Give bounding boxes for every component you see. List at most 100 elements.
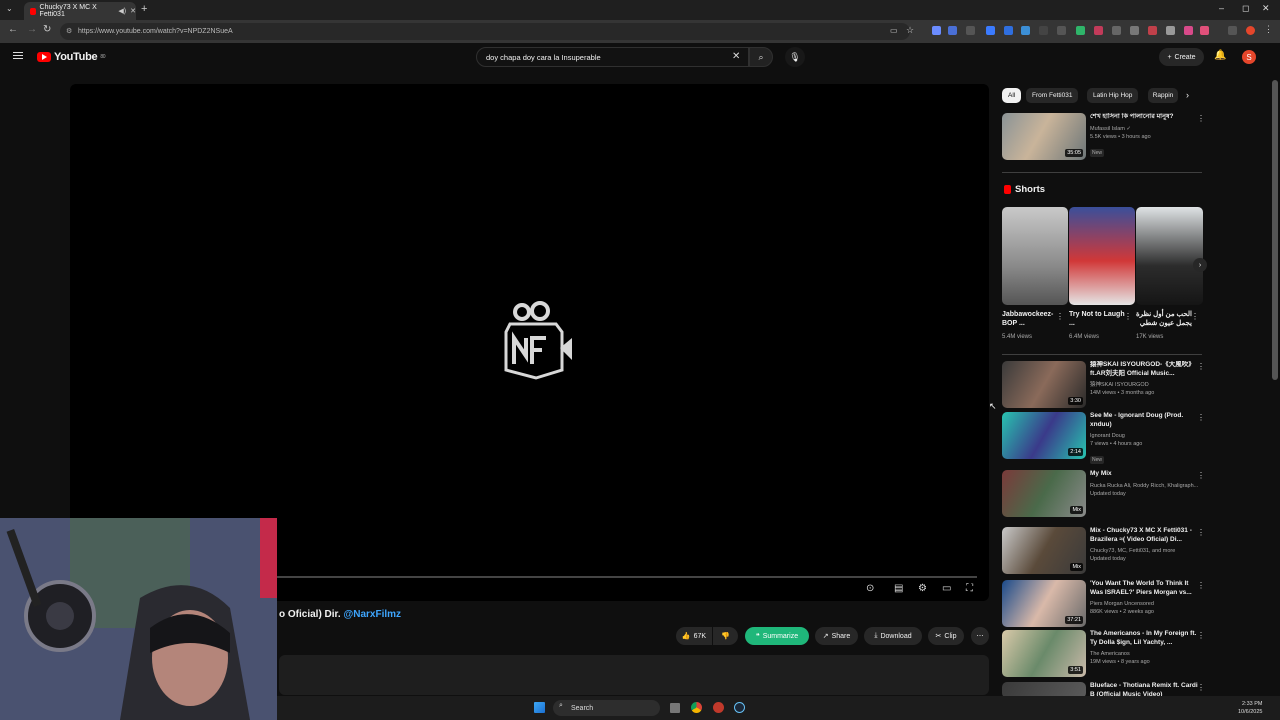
extension-icon[interactable] [1112, 26, 1121, 35]
windows-start-icon[interactable] [534, 702, 545, 713]
subtitles-icon[interactable]: ▤ [894, 583, 903, 594]
short-title[interactable]: الحب من أول نظرة يجمل عيون شطي [1136, 310, 1192, 328]
dislike-button[interactable]: 👎 [713, 627, 738, 645]
extension-icon[interactable] [1076, 26, 1085, 35]
video-menu-icon[interactable]: ⋮ [1197, 528, 1205, 537]
video-thumbnail[interactable]: 37:21 [1002, 580, 1086, 627]
page-scrollbar[interactable] [1272, 80, 1278, 380]
bookmark-star-icon[interactable]: ☆ [906, 25, 914, 36]
extension-icon[interactable] [1057, 26, 1066, 35]
maximize-icon[interactable]: ◻ [1242, 3, 1249, 14]
video-menu-icon[interactable]: ⋮ [1197, 413, 1205, 422]
video-thumbnail[interactable]: 2:14 [1002, 412, 1086, 459]
taskbar-search[interactable]: ⌕ Search [553, 700, 660, 716]
steam-taskbar-icon[interactable] [734, 702, 745, 713]
install-icon[interactable]: ▭ [890, 26, 898, 35]
extension-icon[interactable] [1228, 26, 1237, 35]
extension-icon[interactable] [986, 26, 995, 35]
browser-tab-active[interactable]: Chucky73 X MC X Fetti031 ◀) ✕ [24, 2, 136, 20]
video-menu-icon[interactable]: ⋮ [1197, 581, 1205, 590]
short-title[interactable]: Jabbawockeez- BOP ... [1002, 310, 1058, 328]
video-menu-icon[interactable]: ⋮ [1197, 114, 1205, 123]
video-info[interactable]: 猿神SKAI ISYOURGOD-《大風吹》ft.AR刘夫阳 Official … [1090, 361, 1200, 397]
extension-icon[interactable] [1200, 26, 1209, 35]
video-info[interactable]: Blueface - Thotiana Remix ft. Cardi B (O… [1090, 682, 1200, 696]
theater-mode-icon[interactable]: ▭ [942, 583, 951, 594]
extension-icon[interactable] [1039, 26, 1048, 35]
create-button[interactable]: + Create [1159, 48, 1204, 66]
clear-search-icon[interactable]: ✕ [732, 51, 740, 62]
tab-list-icon[interactable]: ⌄ [6, 4, 13, 13]
video-thumbnail[interactable]: 35:05 [1002, 113, 1086, 160]
settings-gear-icon[interactable]: ⚙ [918, 583, 927, 594]
back-icon[interactable]: ← [8, 24, 18, 35]
minimize-icon[interactable]: – [1219, 3, 1224, 13]
video-info[interactable]: The Americanos - In My Foreign ft. Ty Do… [1090, 630, 1200, 666]
video-info[interactable]: Mix - Chucky73 X MC X Fetti031 - Brazile… [1090, 527, 1200, 563]
extension-icon[interactable] [1094, 26, 1103, 35]
short-thumbnail[interactable] [1069, 207, 1135, 305]
voice-search-button[interactable]: 🎙 [785, 47, 805, 67]
short-menu-icon[interactable]: ⋮ [1191, 312, 1199, 321]
short-thumbnail[interactable] [1002, 207, 1068, 305]
description-box[interactable] [279, 655, 989, 695]
tab-audio-icon[interactable]: ◀) [118, 7, 126, 15]
short-menu-icon[interactable]: ⋮ [1124, 312, 1132, 321]
shorts-next-button[interactable]: › [1193, 258, 1207, 272]
like-button[interactable]: 👍 67K [676, 627, 712, 645]
chip-latin-hip-hop[interactable]: Latin Hip Hop [1087, 88, 1139, 103]
extension-icon[interactable] [966, 26, 975, 35]
close-window-icon[interactable]: ✕ [1262, 3, 1270, 14]
autoplay-toggle[interactable]: ⊙ [866, 583, 874, 594]
video-menu-icon[interactable]: ⋮ [1197, 362, 1205, 371]
video-thumbnail[interactable]: 3:51 [1002, 630, 1086, 677]
video-info[interactable]: শেখ হাসিনা কি পালানোর মানুষ? Mufassil Is… [1090, 113, 1200, 159]
search-button[interactable]: ⌕ [749, 47, 773, 67]
video-thumbnail[interactable]: Mix [1002, 470, 1086, 517]
reload-icon[interactable]: ↻ [43, 24, 51, 35]
extension-icon[interactable] [1148, 26, 1157, 35]
more-actions-button[interactable]: ⋯ [971, 627, 989, 645]
extension-icon[interactable] [948, 26, 957, 35]
extension-icon[interactable] [932, 26, 941, 35]
summarize-button[interactable]: ❝ Summarize [745, 627, 809, 645]
extension-icon[interactable] [1184, 26, 1193, 35]
chrome-taskbar-icon[interactable] [691, 702, 702, 713]
fullscreen-icon[interactable]: ⛶ [966, 583, 973, 594]
task-view-icon[interactable] [670, 703, 680, 713]
menu-icon[interactable] [13, 52, 23, 61]
new-tab-icon[interactable]: + [141, 3, 147, 15]
chip-all[interactable]: All [1002, 88, 1022, 103]
video-menu-icon[interactable]: ⋮ [1197, 631, 1205, 640]
site-info-icon[interactable]: ⚙ [66, 27, 72, 35]
video-thumbnail[interactable]: Mix [1002, 527, 1086, 574]
taskbar-clock[interactable]: 2:33 PM 10/6/2025 [1238, 700, 1262, 716]
forward-icon[interactable]: → [27, 24, 37, 35]
youtube-logo[interactable]: YouTube 80 [37, 51, 106, 63]
video-thumbnail[interactable]: 3:30 [1002, 361, 1086, 408]
extension-icon[interactable] [1004, 26, 1013, 35]
profile-icon[interactable] [1246, 26, 1255, 35]
extension-icon[interactable] [1021, 26, 1030, 35]
video-menu-icon[interactable]: ⋮ [1197, 471, 1205, 480]
video-menu-icon[interactable]: ⋮ [1197, 683, 1205, 692]
browser-menu-icon[interactable]: ⋮ [1264, 24, 1273, 35]
extension-icon[interactable] [1130, 26, 1139, 35]
chips-next-icon[interactable]: › [1186, 90, 1189, 100]
notifications-bell-icon[interactable]: 🔔 [1214, 50, 1226, 61]
share-button[interactable]: ↗ Share [815, 627, 858, 645]
download-button[interactable]: ⤓ Download [864, 627, 922, 645]
search-input[interactable]: doy chapa doy cara la Insuperable [476, 47, 749, 67]
video-info[interactable]: See Me - Ignorant Doug (Prod. xnduu) Igno… [1090, 412, 1200, 466]
video-info[interactable]: My Mix Rucka Rucka Ali, Roddy Ricch, Khal… [1090, 470, 1200, 498]
director-link[interactable]: @NarxFilmz [343, 609, 401, 620]
chip-rappin[interactable]: Rappin [1148, 88, 1178, 103]
app-taskbar-icon[interactable] [713, 702, 724, 713]
short-title[interactable]: Try Not to Laugh ... [1069, 310, 1125, 328]
short-thumbnail[interactable] [1136, 207, 1203, 305]
video-info[interactable]: 'You Want The World To Think It Was ISRA… [1090, 580, 1200, 616]
chip-from-fetti031[interactable]: From Fetti031 [1026, 88, 1079, 103]
short-menu-icon[interactable]: ⋮ [1056, 312, 1064, 321]
tab-close-icon[interactable]: ✕ [130, 7, 136, 15]
account-avatar[interactable]: S [1242, 50, 1256, 64]
